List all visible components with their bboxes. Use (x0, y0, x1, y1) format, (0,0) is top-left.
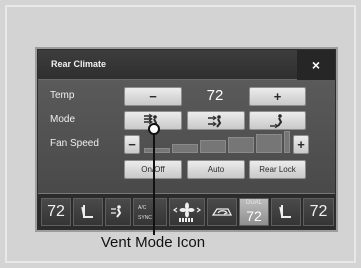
fan-level-step (256, 134, 282, 153)
fan-level-step (144, 148, 170, 153)
fan-level-step (284, 131, 290, 153)
close-button[interactable]: × (297, 50, 335, 80)
passenger-seat-heater-button[interactable] (271, 198, 301, 226)
driver-temp-display[interactable]: 72 (41, 198, 71, 226)
temp-label: Temp (50, 90, 75, 101)
seat-heater-icon (81, 205, 93, 218)
fan-icon (172, 202, 202, 222)
dual-temp-button[interactable]: DUAL 72 (239, 198, 269, 226)
bi-level-mode-icon (208, 115, 222, 128)
rear-lock-button[interactable]: Rear Lock (249, 160, 306, 179)
auto-button[interactable]: Auto (187, 160, 245, 179)
callout-caption: Vent Mode Icon (100, 234, 206, 251)
passenger-temp-display[interactable]: 72 (303, 198, 334, 226)
seat-heater-icon (279, 205, 291, 218)
fan-level-step (228, 137, 254, 153)
climate-mode-button[interactable] (105, 198, 131, 226)
fan-level-step (200, 140, 226, 153)
airflow-mode-icon (111, 205, 122, 218)
callout-marker (148, 123, 160, 135)
control-panel: Temp − 72 + Mode Fan Speed − + Auto Rear… (38, 80, 335, 183)
mode-label: Mode (50, 114, 76, 125)
title-bar: Rear Climate × (38, 50, 335, 80)
rear-climate-screen: Rear Climate × Temp − 72 + Mode Fan Spee… (37, 49, 336, 230)
climate-bottom-bar: 72 A/C SYNC DUAL 72 72 (38, 193, 335, 229)
fan-control-button[interactable] (169, 198, 205, 226)
fan-decrease-button[interactable]: − (124, 135, 140, 154)
callout-leader-line (153, 127, 155, 235)
temp-increase-button[interactable]: + (249, 87, 306, 106)
fan-level-step (172, 144, 198, 153)
bi-level-mode-button[interactable] (187, 111, 245, 130)
driver-seat-heater-button[interactable] (73, 198, 103, 226)
ac-label: A/C (138, 205, 147, 211)
sync-label: SYNC (138, 215, 152, 221)
recirculation-button[interactable] (207, 198, 237, 226)
fan-speed-label: Fan Speed (50, 138, 99, 149)
floor-mode-button[interactable] (249, 111, 306, 130)
temp-decrease-button[interactable]: − (124, 87, 182, 106)
floor-mode-icon (270, 114, 283, 129)
dual-temp-value: 72 (246, 208, 262, 224)
recirculation-icon (211, 208, 233, 216)
ac-sync-button[interactable]: A/C SYNC (133, 198, 167, 226)
dual-label: DUAL (245, 200, 262, 206)
fan-increase-button[interactable]: + (293, 135, 309, 154)
temp-value: 72 (206, 87, 224, 104)
window-title: Rear Climate (51, 59, 107, 69)
